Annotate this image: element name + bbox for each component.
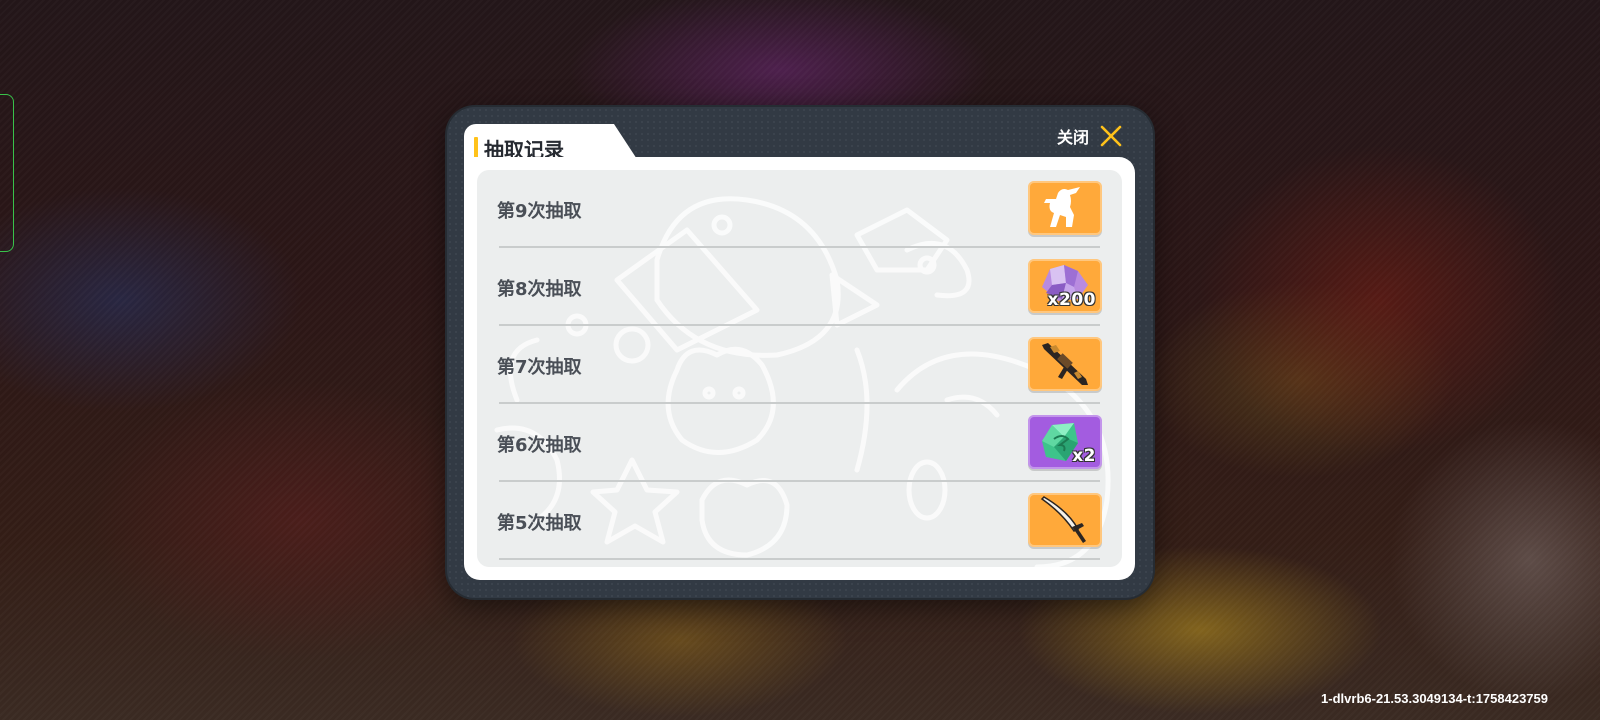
reward-item[interactable] <box>1028 181 1102 235</box>
item-quantity: x2 <box>1072 446 1096 466</box>
item-quantity: x200 <box>1047 290 1096 310</box>
character-silhouette-icon <box>1044 187 1080 227</box>
reward-item[interactable] <box>1028 337 1102 391</box>
title-accent-bar <box>474 137 478 158</box>
rifle-icon <box>1042 343 1088 385</box>
record-row: 第5次抽取 <box>477 482 1122 560</box>
reward-item[interactable]: x2 <box>1028 415 1102 469</box>
reward-item[interactable]: x200 <box>1028 259 1102 313</box>
record-label: 第5次抽取 <box>497 513 582 534</box>
build-watermark: 1-dlvrb6-21.53.3049134-t:1758423759 <box>1321 691 1548 706</box>
reward-item[interactable] <box>1028 493 1102 547</box>
record-row: 第9次抽取 <box>477 170 1122 248</box>
side-panel-frame <box>0 94 14 252</box>
record-label: 第7次抽取 <box>497 357 582 378</box>
record-row: 第8次抽取 x200 <box>477 248 1122 326</box>
record-panel: 第9次抽取 第8次抽取 x200 第7次抽取 第6次抽取 x2 第5次抽取 <box>464 157 1135 580</box>
record-label: 第8次抽取 <box>497 279 582 300</box>
record-row: 第6次抽取 x2 <box>477 404 1122 482</box>
record-row: 第7次抽取 <box>477 326 1122 404</box>
draw-record-dialog: 抽取记录 关闭 第9次抽取 第8次抽取 x200 第7次抽取 第6次抽取 x2 … <box>447 107 1153 598</box>
close-label: 关闭 <box>1056 128 1089 147</box>
record-label: 第6次抽取 <box>497 435 582 456</box>
row-divider <box>499 558 1100 560</box>
record-label: 第9次抽取 <box>497 201 582 222</box>
close-x-icon[interactable] <box>1099 124 1123 148</box>
sword-icon <box>1040 496 1086 543</box>
close-button[interactable]: 关闭 <box>1057 121 1123 151</box>
record-list[interactable]: 第9次抽取 第8次抽取 x200 第7次抽取 第6次抽取 x2 第5次抽取 <box>477 170 1122 567</box>
